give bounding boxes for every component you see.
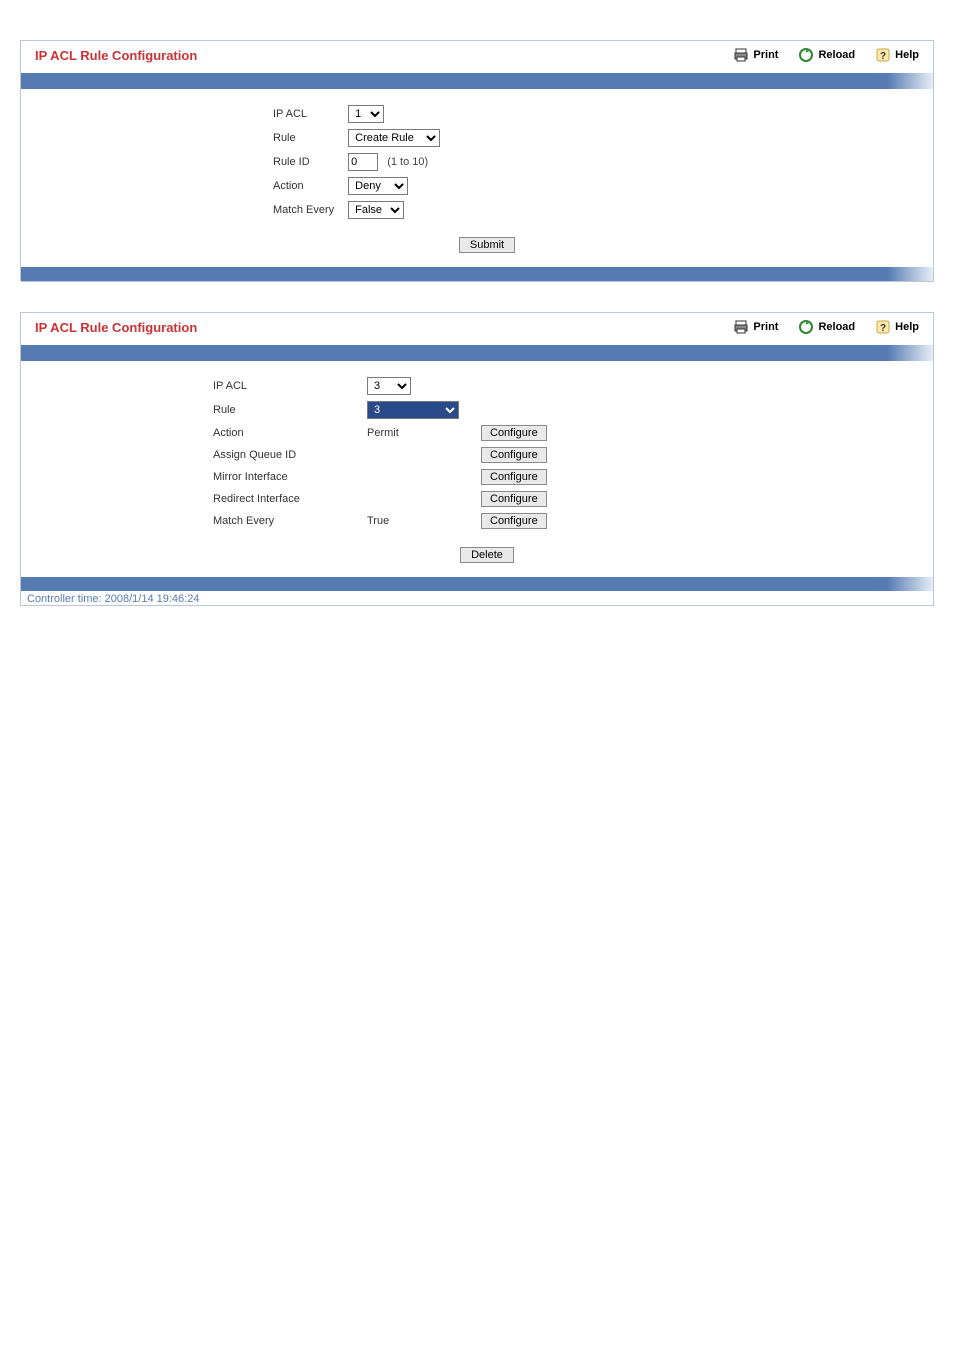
- action-select[interactable]: Deny: [348, 177, 408, 195]
- submit-row: Submit: [45, 223, 909, 253]
- help-button[interactable]: ? Help: [875, 47, 919, 63]
- panel-ip-acl-rule-edit: IP ACL Rule Configuration Print Reload: [20, 312, 934, 606]
- panel-header: IP ACL Rule Configuration Print Reload: [21, 41, 933, 73]
- form-table: IP ACL 3 Rule 3: [205, 373, 555, 533]
- footer-bar: [21, 577, 933, 591]
- reload-button[interactable]: Reload: [798, 47, 855, 63]
- panel-title: IP ACL Rule Configuration: [35, 48, 733, 63]
- toolbar: Print Reload ? Help: [733, 319, 919, 335]
- panel-title: IP ACL Rule Configuration: [35, 320, 733, 335]
- action-label: Action: [207, 423, 359, 443]
- printer-icon: [733, 319, 749, 335]
- configure-redirect-interface-button[interactable]: Configure: [481, 491, 547, 507]
- redirect-interface-value: [361, 489, 473, 509]
- action-value: Permit: [361, 423, 473, 443]
- configure-mirror-interface-button[interactable]: Configure: [481, 469, 547, 485]
- printer-icon: [733, 47, 749, 63]
- match-every-label: Match Every: [267, 199, 340, 221]
- reload-button[interactable]: Reload: [798, 319, 855, 335]
- match-every-value: True: [361, 511, 473, 531]
- rule-id-hint: (1 to 10): [381, 156, 428, 168]
- delete-row: Delete: [45, 533, 909, 563]
- assign-queue-label: Assign Queue ID: [207, 445, 359, 465]
- help-button[interactable]: ? Help: [875, 319, 919, 335]
- footer-bar: [21, 267, 933, 281]
- action-label: Action: [267, 175, 340, 197]
- configure-assign-queue-button[interactable]: Configure: [481, 447, 547, 463]
- panel-ip-acl-rule-create: IP ACL Rule Configuration Print Reload: [20, 40, 934, 282]
- svg-text:?: ?: [880, 51, 886, 62]
- reload-label: Reload: [818, 49, 855, 61]
- divider-bar: [21, 345, 933, 361]
- print-label: Print: [753, 321, 778, 333]
- svg-text:?: ?: [880, 323, 886, 334]
- print-button[interactable]: Print: [733, 47, 778, 63]
- ip-acl-label: IP ACL: [207, 375, 359, 397]
- assign-queue-value: [361, 445, 473, 465]
- redirect-interface-label: Redirect Interface: [207, 489, 359, 509]
- print-button[interactable]: Print: [733, 319, 778, 335]
- match-every-label: Match Every: [207, 511, 359, 531]
- rule-label: Rule: [207, 399, 359, 421]
- help-icon: ?: [875, 47, 891, 63]
- reload-label: Reload: [818, 321, 855, 333]
- help-icon: ?: [875, 319, 891, 335]
- mirror-interface-label: Mirror Interface: [207, 467, 359, 487]
- panel-header: IP ACL Rule Configuration Print Reload: [21, 313, 933, 345]
- configure-match-every-button[interactable]: Configure: [481, 513, 547, 529]
- ip-acl-label: IP ACL: [267, 103, 340, 125]
- form-area: IP ACL 3 Rule 3: [21, 361, 933, 577]
- help-label: Help: [895, 49, 919, 61]
- delete-button[interactable]: Delete: [460, 547, 514, 563]
- reload-icon: [798, 47, 814, 63]
- divider-bar: [21, 73, 933, 89]
- rule-id-label: Rule ID: [267, 151, 340, 173]
- mirror-interface-value: [361, 467, 473, 487]
- controller-time: Controller time: 2008/1/14 19:46:24: [21, 591, 933, 605]
- reload-icon: [798, 319, 814, 335]
- match-every-select[interactable]: False: [348, 201, 404, 219]
- rule-select[interactable]: 3: [367, 401, 459, 419]
- ip-acl-select[interactable]: 1: [348, 105, 384, 123]
- ip-acl-select[interactable]: 3: [367, 377, 411, 395]
- help-label: Help: [895, 321, 919, 333]
- print-label: Print: [753, 49, 778, 61]
- rule-label: Rule: [267, 127, 340, 149]
- rule-select[interactable]: Create Rule: [348, 129, 440, 147]
- rule-id-input[interactable]: [348, 153, 378, 171]
- toolbar: Print Reload ? Help: [733, 47, 919, 63]
- submit-button[interactable]: Submit: [459, 237, 515, 253]
- form-area: IP ACL 1 Rule Create Rule: [21, 89, 933, 267]
- configure-action-button[interactable]: Configure: [481, 425, 547, 441]
- form-table: IP ACL 1 Rule Create Rule: [265, 101, 448, 223]
